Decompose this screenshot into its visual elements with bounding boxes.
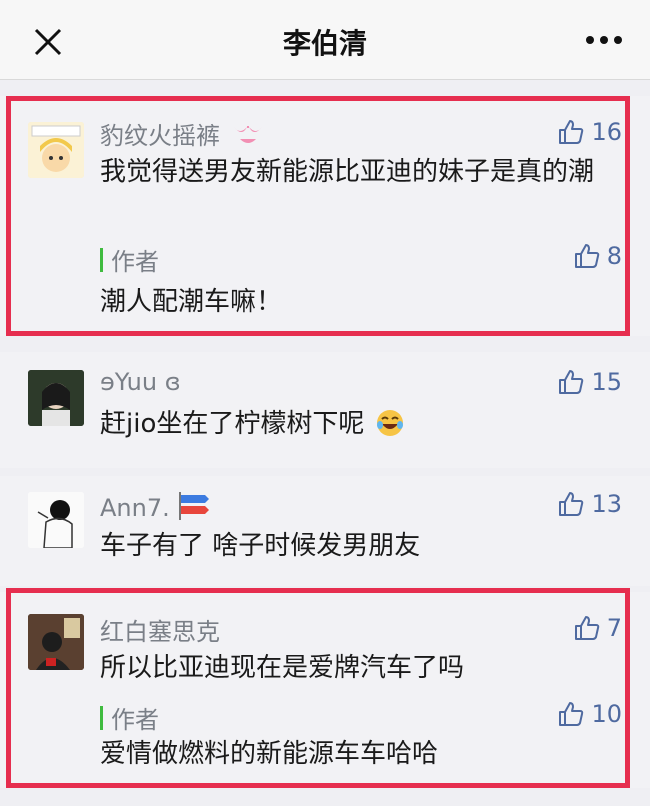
author-label: 作者 <box>111 248 159 276</box>
comment-item: 红白塞思克 7 所以比亚迪现在是爱牌汽车了吗 作者 10 爱情做燃料的新能源车车… <box>0 592 650 788</box>
comment-text: 所以比亚迪现在是爱牌汽车了吗 <box>100 653 465 683</box>
avatar-image <box>28 370 84 426</box>
thumbs-up-icon <box>574 244 599 268</box>
avatar-image <box>28 614 84 670</box>
avatar[interactable] <box>28 122 84 178</box>
commenter-name[interactable]: Ann7. <box>100 490 211 522</box>
commenter-name[interactable]: 红白塞思克 <box>100 612 220 647</box>
carp-streamer-emoji-icon <box>179 492 210 520</box>
comment-item: Ann7. 13 车子有了 啥子时候发男朋友 <box>0 476 650 586</box>
avatar[interactable] <box>28 614 84 670</box>
like-button[interactable]: 7 <box>573 614 622 642</box>
avatar[interactable] <box>28 492 84 548</box>
author-bar <box>100 705 103 730</box>
commenter-name-text: 豹纹火摇裤 <box>100 122 220 150</box>
comment-text-content: 赶jio坐在了柠檬树下呢 <box>100 409 365 439</box>
author-reply-tag: 作者 <box>100 700 159 735</box>
reply-like-button[interactable]: 10 <box>557 700 622 728</box>
like-button[interactable]: 16 <box>557 118 622 146</box>
comment-text: 赶jio坐在了柠檬树下呢 <box>100 404 610 444</box>
commenter-name[interactable]: 豹纹火摇裤 <box>100 116 264 151</box>
like-button[interactable]: 15 <box>557 368 622 396</box>
commenter-name[interactable]: ɘYuu ɞ <box>100 368 181 396</box>
author-label: 作者 <box>111 706 159 734</box>
more-button[interactable] <box>584 30 624 50</box>
comment-text: 我觉得送男友新能源比亚迪的妹子是真的潮 <box>100 157 595 187</box>
author-reply-tag: 作者 <box>100 242 159 277</box>
comment-item: ɘYuu ɞ 15 赶jio坐在了柠檬树下呢 <box>0 352 650 468</box>
top-bar: 李伯清 <box>0 0 650 80</box>
like-count: 16 <box>591 118 622 146</box>
comment-item: 豹纹火摇裤 16 我觉得送男友新能源比亚迪的妹子是真的潮 作者 8 潮人配潮车嘛… <box>0 96 650 336</box>
like-count: 8 <box>606 242 622 270</box>
like-count: 7 <box>606 614 622 642</box>
thumbs-up-icon <box>559 702 584 726</box>
page-title: 李伯清 <box>282 27 367 60</box>
reply-text: 潮人配潮车嘛！ <box>100 287 283 317</box>
bikini-emoji-icon <box>233 126 262 143</box>
reply-like-button[interactable]: 8 <box>573 242 622 270</box>
laughing-emoji-icon <box>376 410 403 436</box>
avatar[interactable] <box>28 370 84 426</box>
like-count: 15 <box>591 368 622 396</box>
thumbs-up-icon <box>574 616 599 640</box>
thumbs-up-icon <box>559 120 584 144</box>
like-button[interactable]: 13 <box>557 490 622 518</box>
author-bar <box>100 247 103 272</box>
commenter-name-text: Ann7. <box>100 494 170 522</box>
like-count: 13 <box>591 490 622 518</box>
thumbs-up-icon <box>559 492 584 516</box>
comment-text: 车子有了 啥子时候发男朋友 <box>100 531 421 561</box>
avatar-image <box>28 122 84 178</box>
divider <box>0 336 650 352</box>
thumbs-up-icon <box>559 370 584 394</box>
like-count: 10 <box>591 700 622 728</box>
avatar-image <box>28 492 84 548</box>
reply-text: 爱情做燃料的新能源车车哈哈 <box>100 739 439 769</box>
more-icon <box>586 36 622 44</box>
